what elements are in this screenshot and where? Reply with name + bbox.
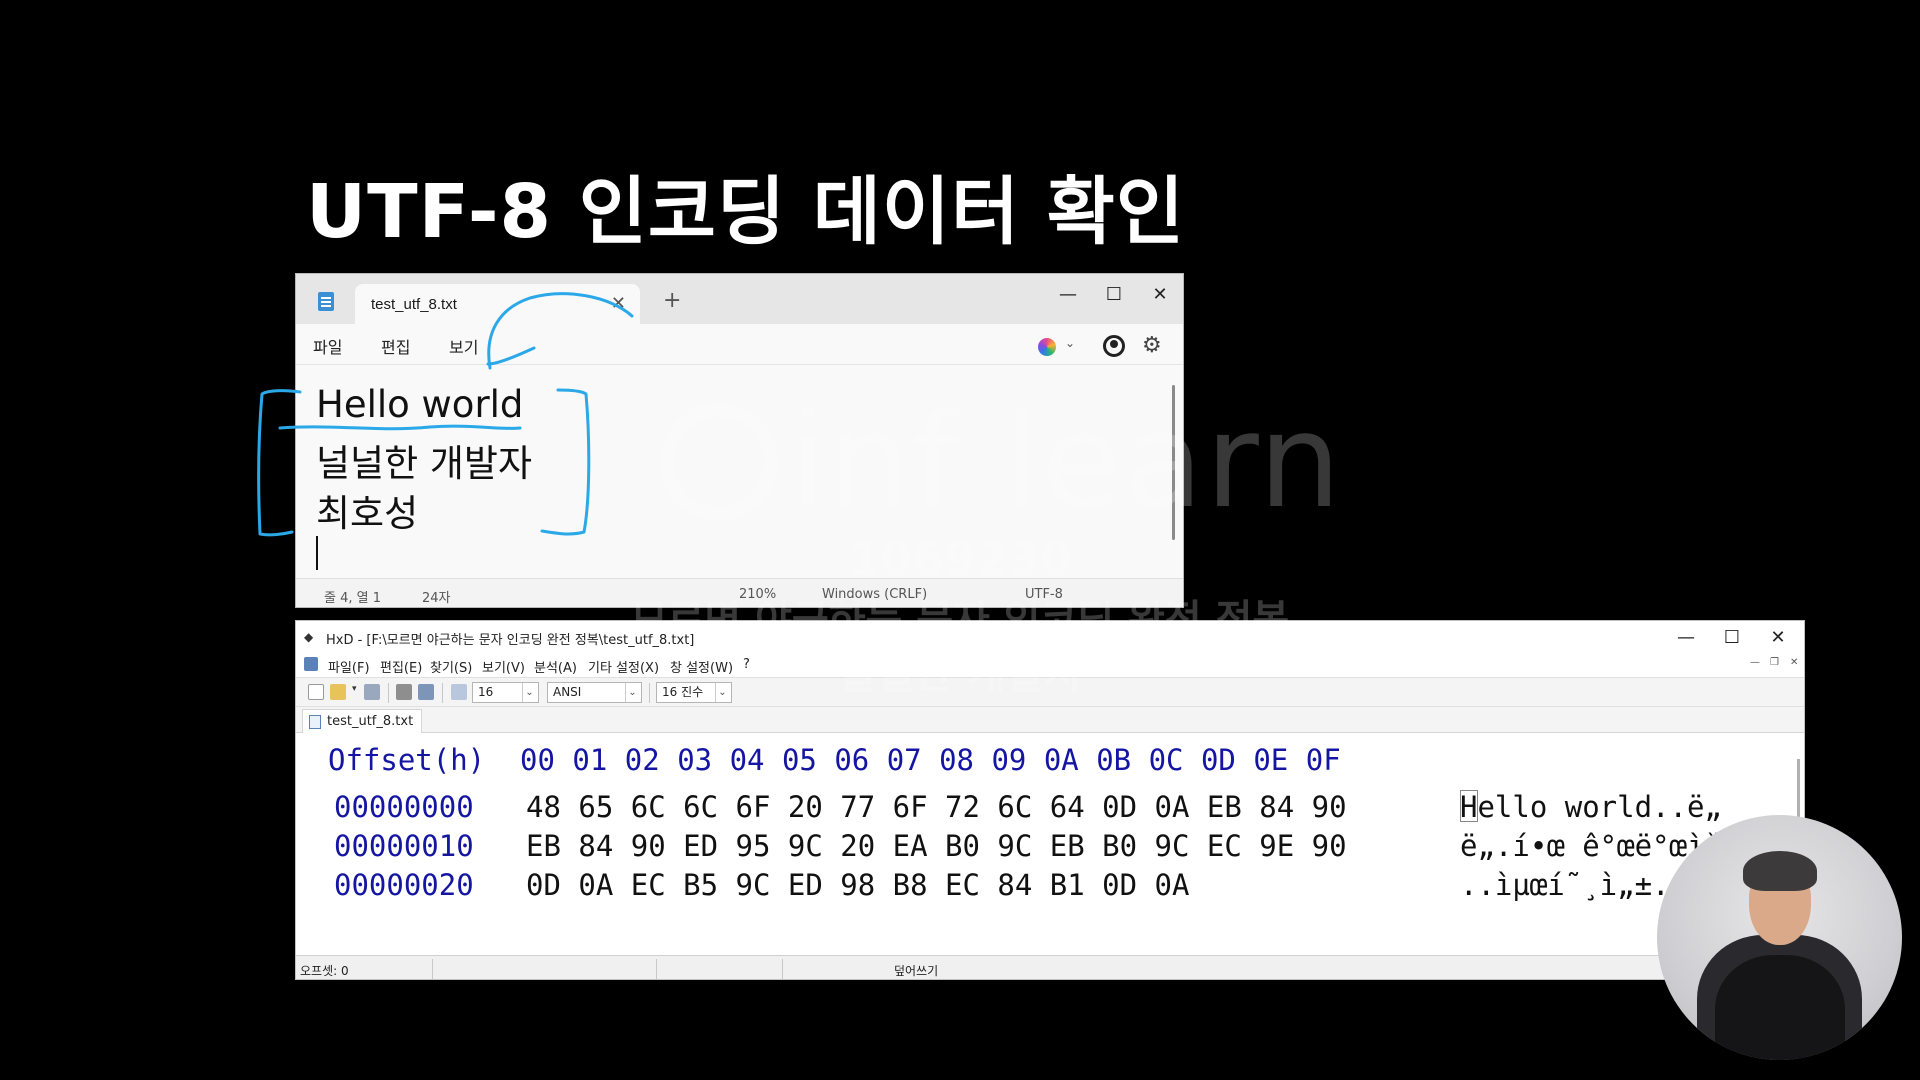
slide-title: UTF-8 인코딩 데이터 확인	[306, 169, 1185, 255]
chevron-down-icon: ⌄	[625, 683, 639, 702]
presenter-webcam	[1657, 815, 1902, 1060]
hxd-statusbar: 오프셋: 0 덮어쓰기	[296, 955, 1804, 979]
columns-icon	[451, 684, 467, 700]
menu-edit[interactable]: 편집	[381, 334, 410, 358]
row-offset: 00000010	[334, 829, 474, 863]
hxd-menu-window[interactable]: 창 설정(W)	[670, 657, 733, 676]
bytes-per-row-value: 16	[478, 685, 494, 699]
hxd-menu-view[interactable]: 보기(V)	[482, 657, 525, 676]
hxd-menu-file[interactable]: 파일(F)	[328, 657, 370, 676]
text-line-3: 최호성	[316, 492, 419, 535]
status-char-count: 24자	[422, 591, 451, 606]
watermark-logo-ring	[660, 403, 778, 521]
row-decoded-text[interactable]: Hello world..ë„	[1460, 790, 1722, 824]
left-bracket-annotation	[257, 389, 302, 537]
close-tab-icon[interactable]: ✕	[611, 293, 626, 314]
status-edit-mode: 덮어쓰기	[894, 964, 939, 978]
watermark-course: 모르면 야근하는 문자 인코딩 완전 정복	[630, 597, 1290, 643]
open-folder-icon[interactable]	[330, 684, 346, 700]
copilot-icon[interactable]	[1038, 338, 1056, 356]
account-icon[interactable]	[1103, 335, 1125, 357]
row-decoded-text[interactable]: ..ìµœí˜¸ì„±..	[1460, 868, 1687, 902]
hex-column-header: Offset(h) 00 01 02 03 04 05 06 07 08 09 …	[328, 743, 1341, 777]
status-separator	[432, 959, 433, 979]
chevron-down-icon: ⌄	[522, 683, 536, 702]
text-line-2: 널널한 개발자	[316, 442, 533, 485]
print-icon[interactable]	[396, 684, 412, 700]
toolbar-separator	[388, 683, 389, 703]
bytes-per-row-select[interactable]: 16 ⌄	[472, 682, 539, 703]
webcam-presenter-body	[1715, 955, 1845, 1060]
row-offset: 00000020	[334, 868, 474, 902]
watermark-author: 널널한 개발자	[836, 649, 1084, 698]
toolbar-separator	[649, 683, 650, 703]
hex-editor[interactable]: Offset(h) 00 01 02 03 04 05 06 07 08 09 …	[296, 733, 1804, 951]
mdi-restore-button[interactable]: ❐	[1770, 657, 1779, 668]
row-offset: 00000000	[334, 790, 474, 824]
row-decoded-text[interactable]: ë„.í•œ ê°œë°œìž	[1460, 829, 1722, 863]
text-line-1: Hello world	[316, 383, 524, 426]
slide: UTF-8 인코딩 데이터 확인 test_utf_8.txt ✕ + — ☐ …	[0, 0, 1920, 1080]
hxd-menu-search[interactable]: 찾기(S)	[430, 657, 472, 676]
notepad-tab-title: test_utf_8.txt	[371, 296, 457, 313]
hxd-file-tab[interactable]: test_utf_8.txt	[302, 709, 423, 733]
hxd-app-icon: ◆	[304, 630, 314, 644]
charset-value: ANSI	[553, 685, 582, 699]
webcam-presenter-hair	[1743, 851, 1817, 891]
hxd-menu-edit[interactable]: 편집(E)	[380, 657, 422, 676]
save-icon[interactable]	[364, 684, 380, 700]
maximize-button[interactable]: ☐	[1094, 280, 1134, 310]
menu-file[interactable]: 파일	[313, 334, 342, 358]
status-separator	[782, 959, 783, 979]
notepad-titlebar: test_utf_8.txt ✕ + — ☐ ✕	[296, 274, 1183, 324]
toolbar-separator	[442, 683, 443, 703]
close-window-button[interactable]: ✕	[1140, 280, 1180, 310]
chevron-down-icon[interactable]: ⌄	[1065, 336, 1075, 350]
status-separator	[656, 959, 657, 979]
hxd-minimize-button[interactable]: —	[1666, 623, 1706, 653]
mdi-minimize-button[interactable]: —	[1750, 657, 1760, 668]
text-cursor	[1460, 790, 1478, 822]
minimize-button[interactable]: —	[1048, 280, 1088, 310]
chevron-down-icon: ⌄	[715, 683, 729, 702]
memory-icon[interactable]	[418, 684, 434, 700]
status-position: 줄 4, 열 1	[324, 591, 381, 606]
menu-view[interactable]: 보기	[449, 334, 478, 358]
new-tab-button[interactable]: +	[663, 288, 681, 313]
notepad-tab[interactable]: test_utf_8.txt ✕	[355, 284, 640, 324]
watermark-id: 1069230	[847, 532, 1073, 586]
notepad-app-icon	[318, 292, 334, 311]
hxd-doc-icon	[304, 657, 318, 671]
row-hex-bytes[interactable]: EB 84 90 ED 95 9C 20 EA B0 9C EB B0 9C E…	[526, 829, 1347, 863]
row-hex-bytes[interactable]: 0D 0A EC B5 9C ED 98 B8 EC 84 B1 0D 0A	[526, 868, 1189, 902]
text-caret	[316, 536, 318, 570]
hxd-menu-help[interactable]: ?	[743, 657, 750, 672]
gear-icon[interactable]: ⚙	[1142, 333, 1162, 358]
offset-base-value: 16 진수	[662, 685, 704, 699]
status-offset: 오프셋: 0	[300, 964, 349, 978]
hxd-file-tab-label: test_utf_8.txt	[327, 714, 414, 729]
hxd-maximize-button[interactable]: ☐	[1712, 623, 1752, 653]
hxd-close-button[interactable]: ✕	[1758, 623, 1798, 653]
mdi-close-button[interactable]: ✕	[1790, 657, 1798, 668]
offset-base-select[interactable]: 16 진수 ⌄	[656, 682, 732, 703]
hxd-menu-extras[interactable]: 기타 설정(X)	[588, 657, 659, 676]
charset-select[interactable]: ANSI ⌄	[547, 682, 642, 703]
hxd-file-tabs: test_utf_8.txt	[296, 707, 1804, 733]
watermark-logo: inf learn	[790, 385, 1343, 537]
chevron-down-icon[interactable]: ▾	[352, 684, 360, 700]
hxd-menu-analysis[interactable]: 분석(A)	[534, 657, 577, 676]
file-icon	[309, 715, 321, 729]
new-file-icon[interactable]	[308, 684, 324, 700]
row-hex-bytes[interactable]: 48 65 6C 6C 6F 20 77 6F 72 6C 64 0D 0A E…	[526, 790, 1347, 824]
